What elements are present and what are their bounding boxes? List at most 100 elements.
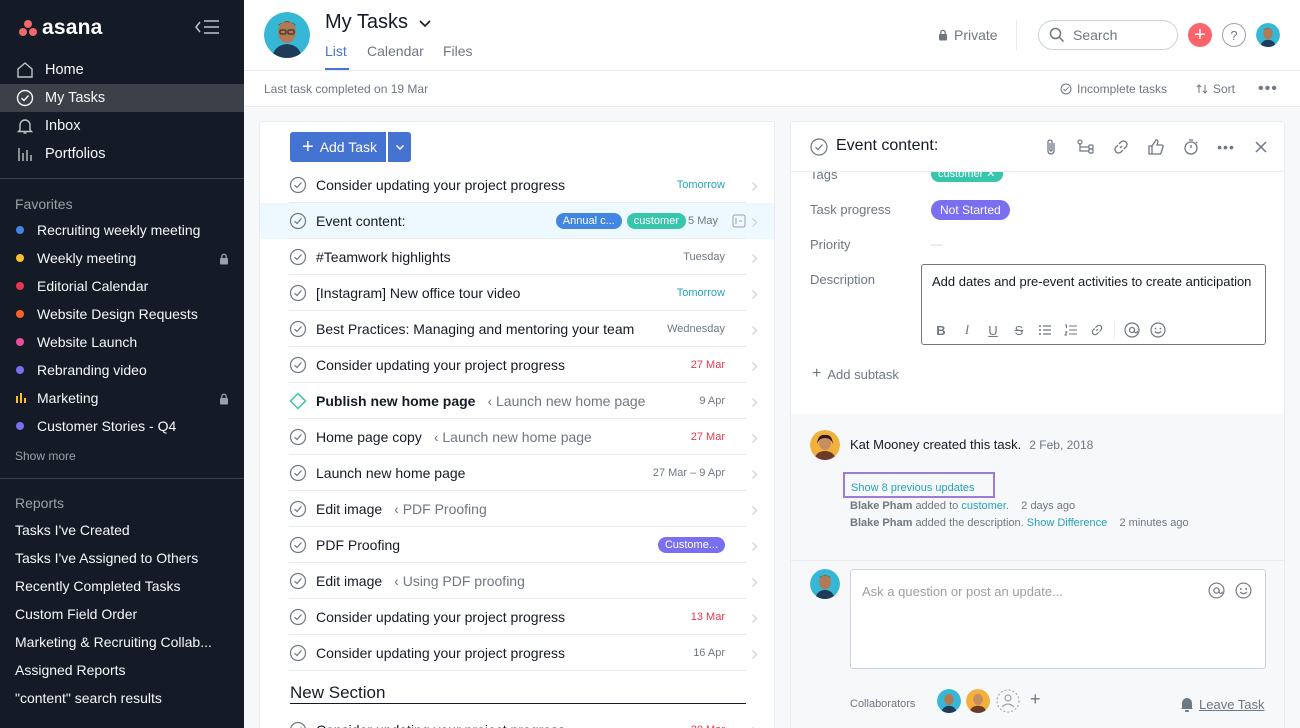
like-icon[interactable]	[1145, 136, 1167, 158]
favorite-item[interactable]: Editorial Calendar	[0, 272, 244, 300]
section-title[interactable]: New Section	[290, 683, 385, 703]
task-name[interactable]: Consider updating your project progress	[316, 722, 565, 728]
due-date[interactable]: Tomorrow	[677, 287, 725, 299]
report-item[interactable]: Tasks I've Assigned to Others	[15, 550, 198, 566]
tab-calendar[interactable]: Calendar	[367, 43, 424, 59]
task-name[interactable]: Edit image ‹ PDF Proofing	[316, 501, 487, 517]
report-item[interactable]: Custom Field Order	[15, 606, 137, 622]
report-item[interactable]: Tasks I've Created	[15, 522, 130, 538]
task-row[interactable]: Consider updating your project progress 2…	[260, 347, 774, 383]
due-date[interactable]: 27 Mar	[691, 359, 725, 371]
complete-task-icon[interactable]	[289, 644, 307, 665]
priority-value[interactable]: —	[931, 237, 943, 251]
task-name[interactable]: Edit image ‹ Using PDF proofing	[316, 573, 525, 589]
task-row[interactable]: PDF Proofing Custome...	[260, 527, 774, 563]
tab-files[interactable]: Files	[443, 43, 473, 59]
chevron-right-icon[interactable]	[751, 539, 758, 555]
task-row[interactable]: Consider updating your project progress T…	[260, 167, 774, 203]
chevron-down-icon[interactable]	[418, 16, 432, 32]
task-row[interactable]: Publish new home page ‹ Launch new home p…	[260, 383, 774, 419]
milestone-icon[interactable]	[289, 392, 307, 413]
chevron-right-icon[interactable]	[751, 359, 758, 375]
complete-task-icon[interactable]	[289, 572, 307, 593]
complete-task-icon[interactable]	[289, 428, 307, 449]
parent-task-link[interactable]: ‹ Using PDF proofing	[394, 573, 525, 589]
chevron-right-icon[interactable]	[751, 323, 758, 339]
complete-task-icon[interactable]	[810, 138, 828, 156]
report-item[interactable]: Marketing & Recruiting Collab...	[15, 634, 212, 650]
parent-task-link[interactable]: ‹ PDF Proofing	[394, 501, 487, 517]
close-icon[interactable]	[1250, 136, 1272, 158]
link-icon[interactable]	[1110, 136, 1132, 158]
complete-task-icon[interactable]	[289, 500, 307, 521]
complete-task-icon[interactable]	[289, 356, 307, 377]
due-date[interactable]: 27 Mar	[691, 431, 725, 443]
numbered-list-icon[interactable]	[1062, 321, 1080, 339]
favorite-item[interactable]: Website Design Requests	[0, 300, 244, 328]
task-name[interactable]: Best Practices: Managing and mentoring y…	[316, 321, 634, 337]
task-name[interactable]: #Teamwork highlights	[316, 249, 451, 265]
report-item[interactable]: Assigned Reports	[15, 662, 126, 678]
collaborator-avatar[interactable]	[966, 689, 990, 713]
complete-task-icon[interactable]	[289, 464, 307, 485]
privacy-button[interactable]: Private	[938, 27, 998, 43]
chevron-right-icon[interactable]	[751, 179, 758, 195]
complete-task-icon[interactable]	[289, 284, 307, 305]
task-name[interactable]: PDF Proofing	[316, 537, 400, 553]
task-row[interactable]: Event content: Annual c... customer 5 May	[260, 203, 774, 239]
task-name[interactable]: Consider updating your project progress	[316, 609, 565, 625]
due-date[interactable]: 9 Apr	[699, 395, 725, 407]
task-row[interactable]: Consider updating your project progress 2…	[260, 712, 774, 728]
emoji-icon[interactable]	[1149, 321, 1167, 339]
tag-pill[interactable]: Custome...	[657, 537, 725, 553]
task-name[interactable]: Publish new home page ‹ Launch new home p…	[316, 393, 645, 409]
nav-my-tasks[interactable]: My Tasks	[0, 84, 244, 112]
sort-button[interactable]: Sort	[1196, 82, 1235, 96]
task-name[interactable]: Consider updating your project progress	[316, 645, 565, 661]
description-text[interactable]: Add dates and pre-event activities to cr…	[932, 272, 1252, 292]
due-date[interactable]: Tuesday	[683, 251, 725, 263]
due-date[interactable]: Wednesday	[667, 323, 725, 335]
favorite-item[interactable]: Customer Stories - Q4	[0, 412, 244, 440]
creator-avatar[interactable]	[810, 430, 840, 460]
task-row[interactable]: Best Practices: Managing and mentoring y…	[260, 311, 774, 347]
add-task-dropdown[interactable]	[388, 132, 411, 162]
chevron-right-icon[interactable]	[751, 647, 758, 663]
report-item[interactable]: "content" search results	[15, 690, 162, 706]
chevron-right-icon[interactable]	[751, 467, 758, 483]
task-name[interactable]: Consider updating your project progress	[316, 357, 565, 373]
help-button[interactable]: ?	[1222, 23, 1246, 47]
collapse-sidebar-icon[interactable]	[194, 18, 220, 36]
link-icon[interactable]	[1088, 321, 1106, 339]
due-date[interactable]: 27 Mar – 9 Apr	[653, 467, 725, 479]
chevron-right-icon[interactable]	[751, 724, 758, 728]
mention-icon[interactable]	[1208, 582, 1225, 599]
task-row[interactable]: Edit image ‹ Using PDF proofing	[260, 563, 774, 599]
emoji-icon[interactable]	[1235, 582, 1252, 599]
task-name[interactable]: [Instagram] New office tour video	[316, 285, 520, 301]
tab-list[interactable]: List	[325, 43, 347, 59]
search-input[interactable]: Search	[1038, 20, 1178, 50]
activity-link[interactable]: customer	[961, 500, 1006, 512]
favorites-header[interactable]: Favorites	[15, 196, 73, 212]
current-user-avatar[interactable]	[810, 569, 840, 599]
comment-input[interactable]: Ask a question or post an update...	[850, 569, 1266, 669]
task-name[interactable]: Launch new home page	[316, 465, 465, 481]
bold-icon[interactable]: B	[932, 321, 950, 339]
mention-icon[interactable]	[1123, 321, 1141, 339]
show-difference-link[interactable]: Show Difference	[1027, 517, 1108, 529]
parent-task-link[interactable]: ‹ Launch new home page	[487, 393, 645, 409]
task-row[interactable]: Consider updating your project progress 1…	[260, 635, 774, 671]
complete-task-icon[interactable]	[289, 212, 307, 233]
chevron-right-icon[interactable]	[751, 215, 758, 231]
favorite-item[interactable]: Website Launch	[0, 328, 244, 356]
underline-icon[interactable]: U	[984, 321, 1002, 339]
more-options-icon[interactable]: •••	[1215, 136, 1237, 158]
complete-task-icon[interactable]	[289, 176, 307, 197]
chevron-right-icon[interactable]	[751, 251, 758, 267]
task-row[interactable]: Consider updating your project progress 1…	[260, 599, 774, 635]
task-row[interactable]: #Teamwork highlights Tuesday	[260, 239, 774, 275]
task-progress-value[interactable]: Not Started	[931, 200, 1010, 223]
nav-portfolios[interactable]: Portfolios	[0, 140, 244, 168]
task-row[interactable]: [Instagram] New office tour video Tomorro…	[260, 275, 774, 311]
